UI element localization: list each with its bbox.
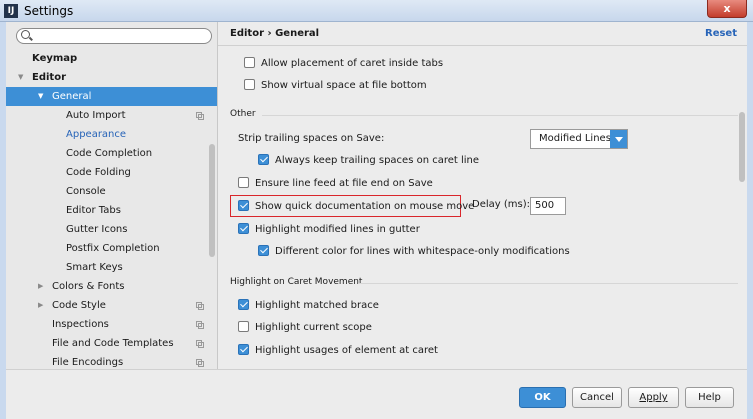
expand-arrow-icon[interactable]: ▼	[38, 87, 43, 106]
checkbox-current-scope[interactable]	[238, 320, 249, 332]
checkbox-virtual-space[interactable]	[244, 78, 255, 90]
sidebar-scrollbar[interactable]	[209, 144, 215, 257]
checkbox-matched-brace[interactable]	[238, 298, 249, 310]
section-divider	[358, 283, 738, 284]
sidebar-item-label: Console	[66, 186, 106, 197]
sidebar-item-inspections[interactable]: Inspections	[6, 315, 217, 334]
sidebar-item-smart-keys[interactable]: Smart Keys	[6, 258, 217, 277]
sidebar-item-label: File and Code Templates	[52, 338, 174, 349]
search-input[interactable]	[35, 29, 205, 43]
search-icon	[21, 30, 30, 39]
option-matched-brace[interactable]: Highlight matched brace	[238, 298, 379, 314]
sidebar-item-label: Code Completion	[66, 148, 153, 159]
settings-content: Editor › General Reset Allow placement o…	[218, 22, 747, 369]
strip-trailing-select[interactable]: Modified Lines	[530, 129, 628, 149]
breadcrumb: Editor › General	[230, 28, 320, 39]
sidebar-item-label: Editor Tabs	[66, 205, 121, 216]
apply-button[interactable]: Apply	[628, 387, 679, 408]
checkbox-quick-doc[interactable]	[238, 199, 249, 211]
ok-button[interactable]: OK	[519, 387, 566, 408]
project-scope-icon	[196, 302, 204, 310]
sidebar-item-label: Smart Keys	[66, 262, 123, 273]
sidebar-item-code-completion[interactable]: Code Completion	[6, 144, 217, 163]
sidebar-item-colors-fonts[interactable]: ▶ Colors & Fonts	[6, 277, 217, 296]
checkbox-ensure-line-feed[interactable]	[238, 176, 249, 188]
sidebar-item-general[interactable]: ▼ General	[6, 87, 217, 106]
sidebar-item-label: General	[52, 91, 92, 102]
sidebar-item-label: Appearance	[66, 129, 127, 140]
cancel-button[interactable]: Cancel	[572, 387, 622, 408]
content-header: Editor › General Reset	[218, 22, 747, 46]
option-keep-trailing[interactable]: Always keep trailing spaces on caret lin…	[258, 153, 479, 169]
project-scope-icon	[196, 321, 204, 329]
settings-sidebar: Keymap ▼ Editor ▼ General Auto Import Appearan…	[6, 22, 218, 369]
project-scope-icon	[196, 359, 204, 367]
sidebar-item-code-style[interactable]: ▶ Code Style	[6, 296, 217, 315]
sidebar-item-label: Postfix Completion	[66, 243, 160, 254]
sidebar-item-appearance[interactable]: Appearance	[6, 125, 217, 144]
sidebar-item-postfix-completion[interactable]: Postfix Completion	[6, 239, 217, 258]
expand-arrow-icon[interactable]: ▼	[18, 68, 23, 87]
sidebar-item-editor-tabs[interactable]: Editor Tabs	[6, 201, 217, 220]
checkbox-usages[interactable]	[238, 343, 249, 355]
option-current-scope[interactable]: Highlight current scope	[238, 320, 372, 336]
sidebar-item-keymap[interactable]: Keymap	[6, 49, 217, 68]
option-highlight-modified[interactable]: Highlight modified lines in gutter	[238, 222, 420, 238]
help-button[interactable]: Help	[685, 387, 734, 408]
checkbox-different-color[interactable]	[258, 244, 269, 256]
sidebar-item-label: Code Style	[52, 300, 106, 311]
window-frame-right	[747, 22, 753, 419]
sidebar-item-label: Editor	[32, 72, 66, 83]
project-scope-icon	[196, 340, 204, 348]
section-divider	[262, 115, 738, 116]
sidebar-item-editor[interactable]: ▼ Editor	[6, 68, 217, 87]
sidebar-item-label: Keymap	[32, 53, 78, 64]
section-other-title: Other	[230, 109, 256, 119]
sidebar-item-gutter-icons[interactable]: Gutter Icons	[6, 220, 217, 239]
search-box[interactable]	[16, 28, 212, 44]
sidebar-item-code-folding[interactable]: Code Folding	[6, 163, 217, 182]
window-title: Settings	[24, 4, 74, 18]
delay-label: Delay (ms):	[472, 199, 530, 210]
checkbox-keep-trailing[interactable]	[258, 153, 269, 165]
title-bar: IJ Settings x	[0, 0, 753, 22]
option-usages[interactable]: Highlight usages of element at caret	[238, 343, 438, 359]
app-icon: IJ	[4, 4, 18, 18]
sidebar-item-label: Inspections	[52, 319, 109, 330]
option-quick-doc[interactable]: Show quick documentation on mouse move	[238, 199, 474, 215]
close-button[interactable]: x	[707, 0, 747, 18]
option-virtual-space[interactable]: Show virtual space at file bottom	[244, 78, 427, 94]
sidebar-item-file-encodings[interactable]: File Encodings	[6, 353, 217, 369]
sidebar-item-auto-import[interactable]: Auto Import	[6, 106, 217, 125]
project-scope-icon	[196, 112, 204, 120]
option-ensure-line-feed[interactable]: Ensure line feed at file end on Save	[238, 176, 433, 192]
delay-input[interactable]: 500	[530, 197, 566, 215]
reset-link[interactable]: Reset	[705, 28, 737, 39]
sidebar-item-label: Auto Import	[66, 110, 126, 121]
section-caret-title: Highlight on Caret Movement	[230, 277, 363, 287]
collapse-arrow-icon[interactable]: ▶	[38, 277, 43, 296]
strip-trailing-label: Strip trailing spaces on Save:	[238, 133, 385, 144]
dialog-footer: OK Cancel Apply Help	[6, 369, 747, 419]
sidebar-item-file-and-code-templates[interactable]: File and Code Templates	[6, 334, 217, 353]
settings-tree: Keymap ▼ Editor ▼ General Auto Import Appearan…	[6, 49, 217, 369]
sidebar-item-label: Colors & Fonts	[52, 281, 125, 292]
option-caret-in-tabs[interactable]: Allow placement of caret inside tabs	[244, 56, 443, 72]
sidebar-item-label: File Encodings	[52, 357, 124, 368]
sidebar-item-label: Code Folding	[66, 167, 131, 178]
option-different-color[interactable]: Different color for lines with whitespac…	[258, 244, 570, 260]
checkbox-caret-in-tabs[interactable]	[244, 56, 255, 68]
content-scrollbar[interactable]	[739, 112, 745, 182]
sidebar-item-label: Gutter Icons	[66, 224, 128, 235]
checkbox-highlight-modified[interactable]	[238, 222, 249, 234]
sidebar-item-console[interactable]: Console	[6, 182, 217, 201]
collapse-arrow-icon[interactable]: ▶	[38, 296, 43, 315]
chevron-down-icon[interactable]	[610, 130, 627, 148]
